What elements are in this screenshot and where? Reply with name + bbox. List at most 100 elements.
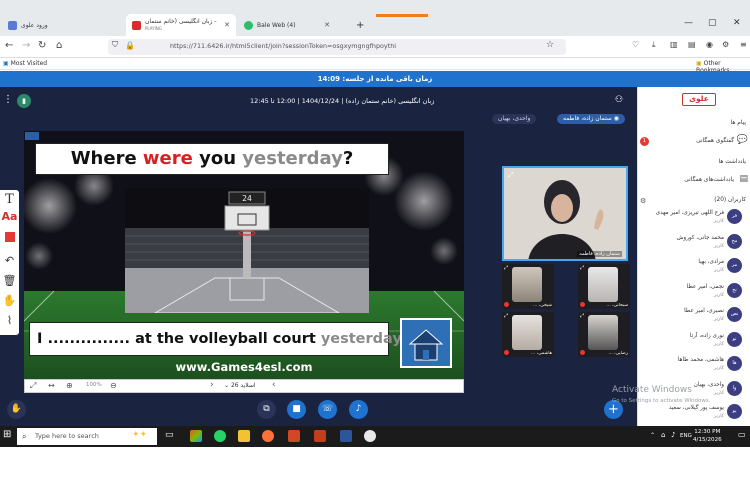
video-tile[interactable]: ⤢ رضایی، ... (578, 312, 630, 357)
url-text[interactable]: https://711.6426.ir/html5client/join?ses… (170, 42, 396, 50)
close-tab-icon[interactable]: ✕ (318, 21, 330, 29)
library-icon[interactable]: ▥ (670, 40, 678, 49)
prev-slide-icon[interactable]: ‹ (272, 380, 276, 390)
reload-icon[interactable]: ↻ (38, 40, 46, 51)
powerpoint-icon[interactable] (314, 430, 326, 442)
microphone-button[interactable]: ♪ (349, 400, 368, 419)
tab-meeting[interactable]: علوی - زبان انگلیسی (خانم ستمان... PLAYI… (126, 14, 236, 36)
whiteboard-icon[interactable]: ⌇ (0, 314, 19, 327)
user-list-item[interactable]: یوسف پور گیلانی، سعید کاربر یو (638, 402, 750, 426)
user-list-item[interactable]: نجمی، امیر عطا کاربر نج (638, 281, 750, 305)
user-list-item[interactable]: محمد جانی، کوروش کاربر مح (638, 232, 750, 256)
sentence-highlight: yesterday (320, 331, 401, 347)
notifications-icon[interactable]: ▭ (738, 430, 746, 439)
font-size-icon[interactable]: Aa (0, 210, 19, 223)
menu-icon[interactable]: ≡ (740, 40, 747, 49)
expand-video-icon[interactable]: ⤢ (580, 313, 584, 319)
notes-header: یادداشت ها (718, 159, 746, 165)
back-icon[interactable]: ← (5, 40, 13, 51)
office-icon[interactable] (288, 430, 300, 442)
sidebar-icon[interactable]: ▤ (688, 40, 696, 49)
task-view-icon[interactable]: ▭ (165, 430, 174, 440)
media-player-icon[interactable] (364, 430, 376, 442)
activate-windows-watermark: Activate Windows (612, 385, 692, 395)
expand-video-icon[interactable]: ⤢ (508, 171, 514, 180)
video-tile[interactable]: ⤢ شیخی، ... (502, 264, 554, 309)
slide-menu-tab[interactable] (25, 132, 39, 140)
extensions-icon[interactable]: ⚙ (722, 40, 729, 49)
expand-video-icon[interactable]: ⤢ (504, 313, 508, 319)
video-tile[interactable]: ⤢ سبحانی، ... (578, 264, 630, 309)
close-window-icon[interactable]: ✕ (733, 18, 741, 28)
forward-icon[interactable]: → (22, 40, 30, 51)
minimize-icon[interactable]: — (684, 18, 693, 28)
raise-hand-button[interactable]: ✋ (7, 400, 26, 419)
next-slide-icon[interactable]: › (210, 380, 214, 390)
input-language[interactable]: ENG (680, 433, 692, 439)
weather-sparkle-icon[interactable]: ✦✦ (132, 430, 147, 440)
clock-time: 12:30 PM (694, 429, 721, 435)
shield-icon[interactable]: ⛉ (112, 40, 118, 50)
system-clock[interactable]: 12:30 PM 4/15/2026 (693, 428, 722, 444)
color-picker[interactable] (0, 232, 19, 245)
file-explorer-icon[interactable] (238, 430, 250, 442)
zoom-in-icon[interactable]: ⊕ (66, 381, 73, 390)
public-chat-item[interactable]: 1 گفتگوی همگانی 💬 (640, 135, 750, 149)
user-settings-icon[interactable]: ⚇ (615, 95, 623, 105)
slide-select[interactable]: ⌄ اسلاید 26 (224, 382, 256, 389)
close-tab-icon[interactable]: ✕ (218, 21, 230, 29)
account-icon[interactable]: ◉ (706, 40, 713, 49)
most-visited-link[interactable]: ▣ Most Visited (3, 60, 47, 67)
user-list-item[interactable]: هاشمی، محمد طاها کاربر ها (638, 354, 750, 378)
audio-button[interactable]: ☏ (318, 400, 337, 419)
tab-bale[interactable]: Bale Web (4) ✕ (238, 14, 336, 36)
shared-notes-item[interactable]: یادداشت‌های همگانی ▤ (640, 174, 750, 188)
pocket-icon[interactable]: ♡ (632, 40, 639, 49)
fit-icon[interactable]: ↔ (48, 381, 55, 390)
more-options-icon[interactable]: ⋮ (3, 94, 13, 105)
expand-video-icon[interactable]: ⤢ (580, 265, 584, 271)
windows-start-icon[interactable]: ⊞ (3, 429, 11, 440)
tab-login[interactable]: ورود علوی (2, 14, 120, 36)
undo-icon[interactable]: ↶ (0, 254, 19, 267)
network-icon[interactable]: ⌂ (661, 431, 665, 439)
hand-icon[interactable]: ✋ (0, 294, 19, 307)
lock-icon[interactable]: 🔒 (125, 41, 135, 50)
tab-label: Bale Web (4) (257, 21, 296, 29)
downloads-icon[interactable]: ⤓ (652, 40, 656, 50)
zoom-out-icon[interactable]: ⊖ (110, 381, 117, 390)
bookmark-star-icon[interactable]: ☆ (546, 40, 554, 50)
new-tab-button[interactable]: + (350, 14, 368, 36)
user-list-item[interactable]: نوری زاده، آرتا کاربر نو (638, 330, 750, 354)
folder-icon: ▣ (696, 60, 702, 67)
user-name: محمد جانی، کوروش (676, 235, 724, 241)
word-icon[interactable] (340, 430, 352, 442)
copilot-icon[interactable] (190, 430, 202, 442)
tile-name: رضایی، ... (608, 351, 628, 356)
presenter-chip[interactable]: ستمان زاده، فاطمه ◉ (557, 114, 625, 124)
home-icon[interactable]: ⌂ (56, 40, 62, 51)
user-role: کاربر (713, 342, 724, 347)
user-list-item[interactable]: مرادی، بهیا کاربر مر (638, 256, 750, 280)
text-tool-icon[interactable]: T (0, 192, 19, 207)
user-list-item[interactable]: فرج اللهی تبریزی، امیر مهدی کاربر فر (638, 207, 750, 231)
video-tile[interactable]: ⤢ هاشمی، ... (502, 312, 554, 357)
presenter-name: ستمان زاده، فاطمه (563, 115, 612, 122)
fullscreen-icon[interactable]: ⤢ (30, 381, 36, 391)
meeting-title: زبان انگلیسی (خانم ستمان زاده) | 1404/12… (250, 97, 435, 105)
trash-icon[interactable]: 🗑 (0, 274, 19, 287)
users-settings-icon[interactable]: ⚙ (640, 197, 646, 205)
tray-chevron-icon[interactable]: ⌃ (650, 432, 655, 439)
expand-video-icon[interactable]: ⤢ (504, 265, 508, 271)
main-video[interactable]: ⤢ ستمان زاده، فاطمه (502, 166, 628, 261)
camera-button[interactable]: ■ (287, 400, 306, 419)
users-header: کاربران (20) (714, 197, 746, 203)
maximize-icon[interactable]: ▢ (708, 18, 717, 28)
unread-badge: 1 (640, 137, 649, 146)
whatsapp-icon[interactable] (214, 430, 226, 442)
firefox-icon[interactable] (262, 430, 274, 442)
stats-icon[interactable]: ▮ (17, 94, 31, 108)
volume-icon[interactable]: ♪ (671, 431, 675, 439)
user-list-item[interactable]: نصیری، امیر عطا کاربر نص (638, 305, 750, 329)
screen-share-button[interactable]: ⧉ (257, 400, 276, 419)
